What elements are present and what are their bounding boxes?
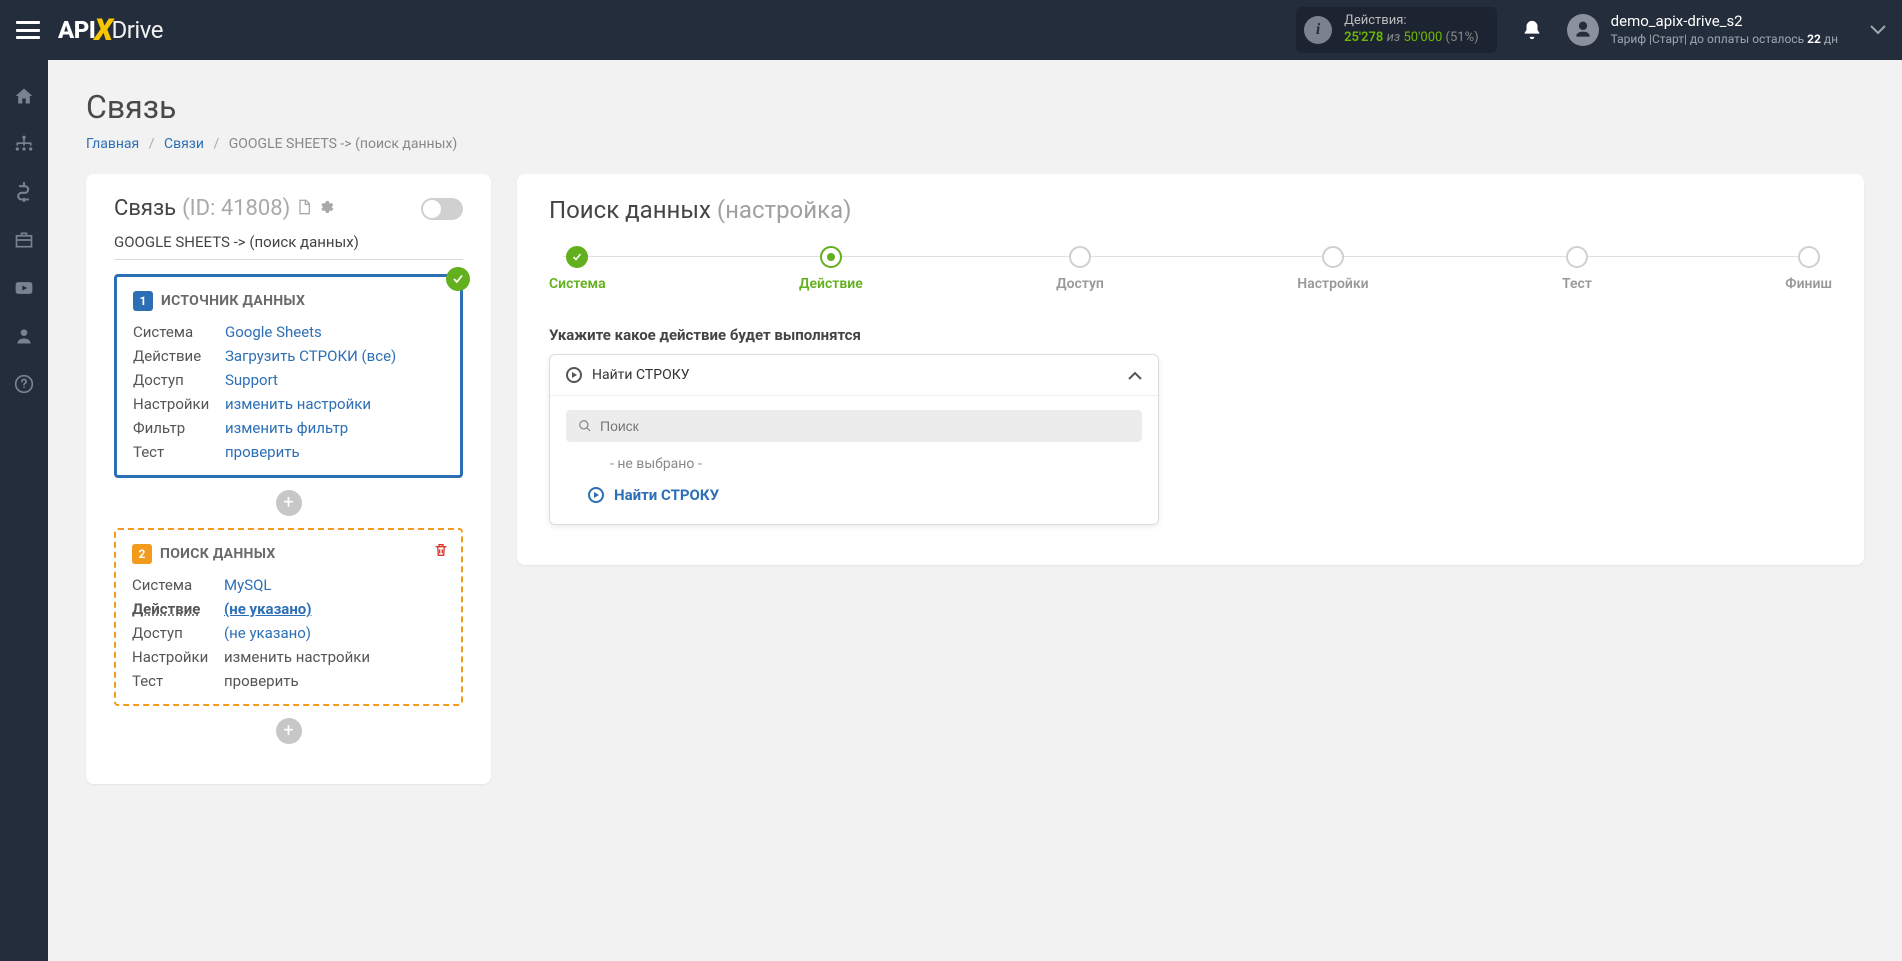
connection-id: (ID: 41808) <box>182 196 290 221</box>
gear-icon[interactable] <box>318 199 334 219</box>
check-icon <box>446 267 470 291</box>
actions-values: 25'278 из 50'000 (51%) <box>1344 30 1479 47</box>
search-action[interactable]: (не указано) <box>224 600 445 618</box>
topbar: APIXDrive i Действия: 25'278 из 50'000 (… <box>0 0 1902 60</box>
info-icon: i <box>1304 16 1332 44</box>
search-access[interactable]: (не указано) <box>224 624 445 642</box>
step-system[interactable]: Система <box>549 246 606 292</box>
config-title: Поиск данных (настройка) <box>549 196 1832 224</box>
avatar-icon <box>1567 14 1599 46</box>
breadcrumb: Главная / Связи / GOOGLE SHEETS -> (поис… <box>86 136 1864 152</box>
page-title: Связь <box>86 88 1864 126</box>
source-access[interactable]: Support <box>225 371 444 389</box>
user-name: demo_apix-drive_s2 <box>1611 12 1838 32</box>
sidebar <box>0 60 48 961</box>
option-none[interactable]: - не выбрано - <box>566 456 1142 472</box>
search-settings: изменить настройки <box>224 648 445 666</box>
sidebar-billing[interactable] <box>12 180 36 204</box>
sidebar-briefcase[interactable] <box>12 228 36 252</box>
breadcrumb-home[interactable]: Главная <box>86 136 139 152</box>
dropdown-selected: Найти СТРОКУ <box>592 367 690 383</box>
breadcrumb-current: GOOGLE SHEETS -> (поиск данных) <box>229 136 458 152</box>
actions-label: Действия: <box>1344 13 1479 30</box>
step-test[interactable]: Тест <box>1562 246 1592 292</box>
play-icon <box>588 487 604 503</box>
search-icon <box>578 419 592 433</box>
chevron-up-icon <box>1128 371 1142 380</box>
trash-icon[interactable] <box>433 542 449 562</box>
sidebar-connections[interactable] <box>12 132 36 156</box>
source-settings[interactable]: изменить настройки <box>225 395 444 413</box>
dropdown-search[interactable] <box>566 410 1142 442</box>
search-box: 2 ПОИСК ДАННЫХ Система MySQL Действие (н… <box>114 528 463 706</box>
bell-icon[interactable] <box>1521 19 1543 41</box>
breadcrumb-links[interactable]: Связи <box>164 136 204 152</box>
search-system[interactable]: MySQL <box>224 576 445 594</box>
source-system[interactable]: Google Sheets <box>225 323 444 341</box>
connection-title: Связь <box>114 196 176 221</box>
document-icon[interactable] <box>296 199 312 219</box>
logo[interactable]: APIXDrive <box>58 13 163 48</box>
badge-1: 1 <box>133 291 153 311</box>
connection-name: GOOGLE SHEETS -> (поиск данных) <box>114 233 463 260</box>
step-finish[interactable]: Финиш <box>1785 246 1832 292</box>
action-dropdown: Найти СТРОКУ - не выбрано - Найти СТРОКУ <box>549 354 1159 525</box>
add-step-button-2[interactable]: + <box>276 718 302 744</box>
step-action[interactable]: Действие <box>799 246 863 292</box>
step-settings[interactable]: Настройки <box>1297 246 1368 292</box>
add-step-button[interactable]: + <box>276 490 302 516</box>
source-heading: ИСТОЧНИК ДАННЫХ <box>161 293 305 309</box>
search-test: проверить <box>224 672 445 690</box>
sidebar-home[interactable] <box>12 84 36 108</box>
search-heading: ПОИСК ДАННЫХ <box>160 546 276 562</box>
source-filter[interactable]: изменить фильтр <box>225 419 444 437</box>
config-panel: Поиск данных (настройка) Система Действи… <box>517 174 1864 565</box>
play-icon <box>566 367 582 383</box>
actions-counter[interactable]: i Действия: 25'278 из 50'000 (51%) <box>1296 7 1497 53</box>
sidebar-account[interactable] <box>12 324 36 348</box>
action-field-label: Укажите какое действие будет выполнятся <box>549 326 1832 344</box>
source-test[interactable]: проверить <box>225 443 444 461</box>
sidebar-video[interactable] <box>12 276 36 300</box>
source-box: 1 ИСТОЧНИК ДАННЫХ Система Google Sheets … <box>114 274 463 478</box>
option-find-row[interactable]: Найти СТРОКУ <box>566 482 1142 508</box>
connection-panel: Связь (ID: 41808) GOOGLE SHEETS -> (поис… <box>86 174 491 784</box>
user-tariff: Тариф |Старт| до оплаты осталось 22 дн <box>1611 32 1838 48</box>
stepper: Система Действие Доступ Настройки Тест <box>549 246 1832 292</box>
chevron-down-icon <box>1870 25 1886 35</box>
step-access[interactable]: Доступ <box>1056 246 1104 292</box>
source-action[interactable]: Загрузить СТРОКИ (все) <box>225 347 444 365</box>
user-menu[interactable]: demo_apix-drive_s2 Тариф |Старт| до опла… <box>1567 12 1886 47</box>
dropdown-search-input[interactable] <box>600 418 1130 434</box>
sidebar-help[interactable] <box>12 372 36 396</box>
dropdown-toggle[interactable]: Найти СТРОКУ <box>550 355 1158 396</box>
badge-2: 2 <box>132 544 152 564</box>
menu-icon[interactable] <box>16 21 40 39</box>
enable-toggle[interactable] <box>421 198 463 220</box>
